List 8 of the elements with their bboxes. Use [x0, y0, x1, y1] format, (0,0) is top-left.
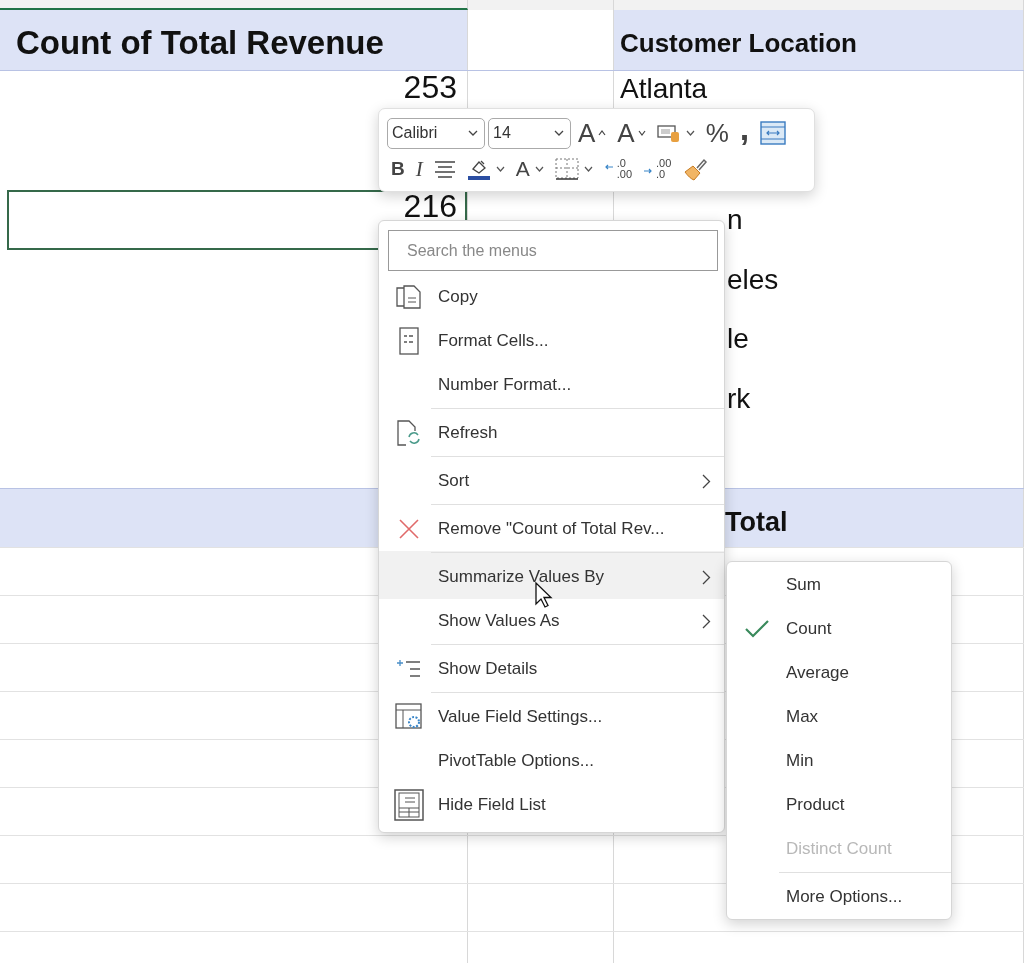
- table-header-cell: Customer Location: [614, 10, 1024, 70]
- table-cell: rk: [727, 382, 751, 414]
- table-cell: le: [727, 323, 749, 354]
- table-cell: Atlanta: [620, 73, 708, 104]
- table-cell: Total: [725, 506, 788, 538]
- table-header-cell: Count of Total Revenue: [0, 10, 468, 70]
- table-cell: eles: [727, 263, 779, 295]
- table-cell: n: [727, 204, 743, 235]
